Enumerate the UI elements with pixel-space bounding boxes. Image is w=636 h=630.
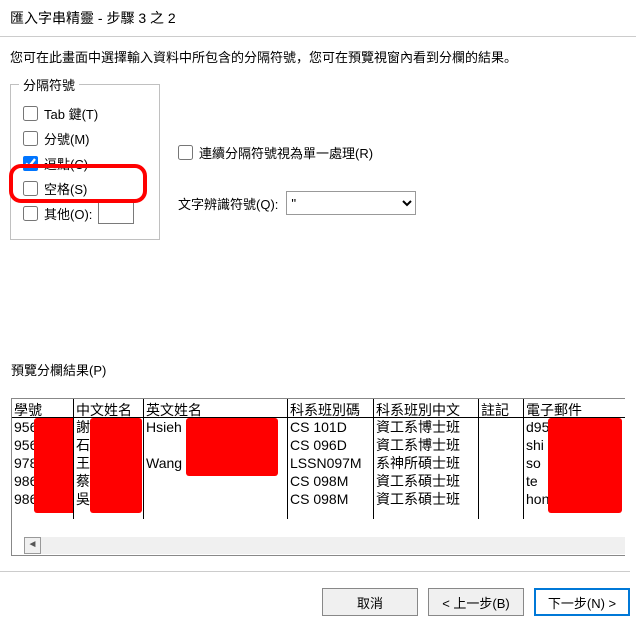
- preview-col-email: 電子郵件 d95 shi so te hon: [524, 399, 625, 519]
- delimiter-legend: 分隔符號: [19, 75, 79, 94]
- scrollbar-track[interactable]: [41, 537, 625, 554]
- cell: 資工系碩士班: [374, 472, 478, 490]
- scroll-left-button[interactable]: ◄: [24, 537, 41, 554]
- right-options: 連續分隔符號視為單一處理(R) 文字辨識符號(Q): ": [178, 138, 618, 215]
- col-header: 科系班別碼: [288, 399, 373, 418]
- col-header: 中文姓名: [74, 399, 143, 418]
- divider: [0, 36, 636, 37]
- preview-col-note: 註記: [479, 399, 524, 519]
- col-header: 英文姓名: [144, 399, 287, 418]
- space-label: 空格(S): [44, 179, 87, 198]
- cell: 資工系碩士班: [374, 490, 478, 508]
- cell: CS 096D: [288, 436, 373, 454]
- dialog-title: 匯入字串精靈 - 步驟 3 之 2: [0, 0, 636, 32]
- preview-col-id: 學號 9563563 956 978 986 986: [12, 399, 74, 519]
- comma-checkbox[interactable]: [23, 156, 38, 171]
- cell: CS 098M: [288, 490, 373, 508]
- preview-box: 學號 9563563 956 978 986 986 中文姓名 謝 石 王 蔡 …: [11, 398, 625, 556]
- other-input[interactable]: [98, 202, 134, 224]
- cell: 資工系博士班: [374, 436, 478, 454]
- other-label: 其他(O):: [44, 204, 92, 223]
- cell: 系神所碩士班: [374, 454, 478, 472]
- consecutive-checkbox[interactable]: [178, 145, 193, 160]
- preview-col-dept: 科系班別中文 資工系博士班 資工系博士班 系神所碩士班 資工系碩士班 資工系碩士…: [374, 399, 479, 519]
- comma-label: 逗點(C): [44, 154, 88, 173]
- next-button[interactable]: 下一步(N) >: [534, 588, 630, 616]
- tab-label: Tab 鍵(T): [44, 104, 98, 123]
- cell: 資工系博士班: [374, 418, 478, 436]
- delimiter-group: 分隔符號 Tab 鍵(T) 分號(M) 逗點(C) 空格(S) 其他(O):: [10, 84, 160, 240]
- button-row: 取消 < 上一步(B) 下一步(N) >: [0, 571, 630, 616]
- other-checkbox[interactable]: [23, 206, 38, 221]
- back-button[interactable]: < 上一步(B): [428, 588, 524, 616]
- preview-col-ename: 英文姓名 Hsieh Wang: [144, 399, 288, 519]
- preview-label: 預覽分欄結果(P): [11, 360, 106, 379]
- qualifier-select[interactable]: ": [286, 191, 416, 215]
- consecutive-label: 連續分隔符號視為單一處理(R): [199, 143, 373, 162]
- col-header: 學號: [12, 399, 73, 418]
- preview-col-code: 科系班別碼 CS 101D CS 096D LSSN097M CS 098M C…: [288, 399, 374, 519]
- space-checkbox[interactable]: [23, 181, 38, 196]
- col-header: 註記: [479, 399, 523, 418]
- cell: CS 101D: [288, 418, 373, 436]
- semicolon-checkbox[interactable]: [23, 131, 38, 146]
- cell: [144, 490, 287, 508]
- semicolon-label: 分號(M): [44, 129, 90, 148]
- cancel-button[interactable]: 取消: [322, 588, 418, 616]
- preview-col-cname: 中文姓名 謝 石 王 蔡 吳: [74, 399, 144, 519]
- col-header: 科系班別中文: [374, 399, 478, 418]
- instruction-text: 您可在此畫面中選擇輸入資料中所包含的分隔符號，您可在預覽視窗內看到分欄的結果。: [0, 47, 636, 84]
- tab-checkbox[interactable]: [23, 106, 38, 121]
- cell: LSSN097M: [288, 454, 373, 472]
- cell: CS 098M: [288, 472, 373, 490]
- col-header: 電子郵件: [524, 399, 625, 418]
- qualifier-label: 文字辨識符號(Q):: [178, 194, 278, 213]
